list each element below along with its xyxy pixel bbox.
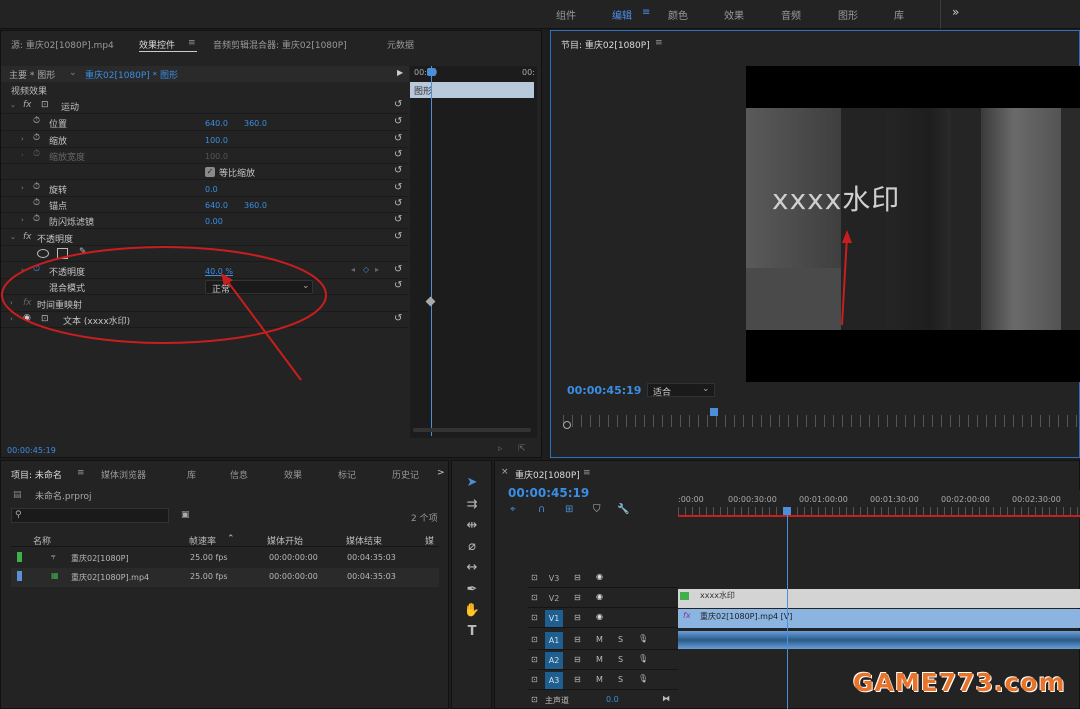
- annotation-ellipse: [1, 246, 327, 344]
- annotation-arrowhead: [221, 273, 233, 286]
- site-logo: GAME773.com: [853, 668, 1066, 697]
- annotation-overlay: [1, 230, 852, 381]
- annotation-arrow: [841, 235, 848, 326]
- annotation-arrowhead: [842, 230, 852, 243]
- annotation-arrow: [224, 277, 302, 381]
